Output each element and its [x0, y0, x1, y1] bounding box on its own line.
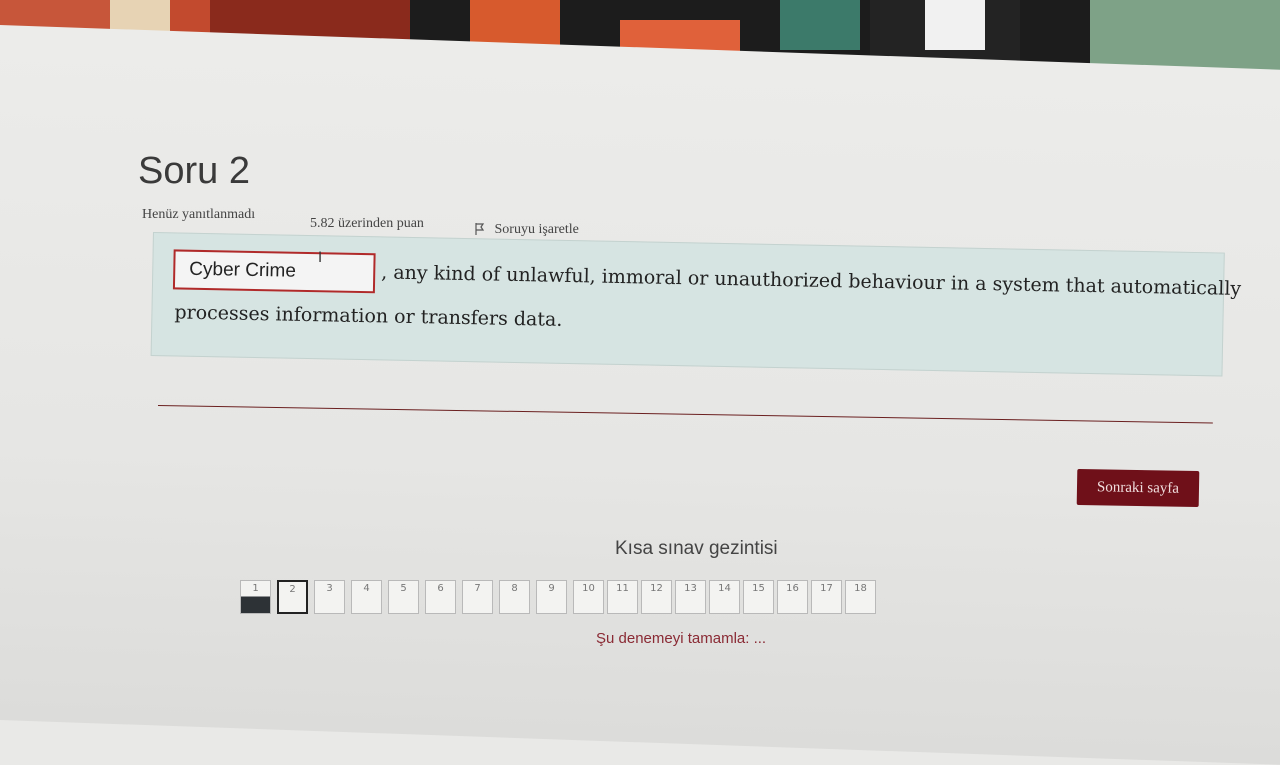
- nav-button-6[interactable]: 6: [425, 580, 456, 614]
- nav-button-7[interactable]: 7: [462, 580, 493, 614]
- nav-button-12[interactable]: 12: [641, 580, 672, 614]
- nav-button-15[interactable]: 15: [743, 580, 774, 614]
- question-box: , any kind of unlawful, immoral or unaut…: [150, 232, 1241, 377]
- flag-question-link[interactable]: Soruyu işaretle: [475, 222, 579, 238]
- nav-button-3[interactable]: 3: [314, 580, 345, 614]
- nav-button-4[interactable]: 4: [351, 580, 382, 614]
- question-text-line-1: , any kind of unlawful, immoral or unaut…: [381, 261, 1242, 300]
- question-text-line-2: processes information or transfers data.: [174, 301, 563, 331]
- question-status: Henüz yanıtlanmadı: [142, 207, 256, 222]
- next-page-button[interactable]: Sonraki sayfa: [1076, 468, 1200, 508]
- divider: [157, 405, 1213, 424]
- nav-button-10[interactable]: 10: [573, 580, 604, 614]
- flag-question-label: Soruyu işaretle: [494, 222, 579, 237]
- nav-button-8[interactable]: 8: [499, 580, 530, 614]
- nav-button-16[interactable]: 16: [777, 580, 808, 614]
- quiz-navigation-title: Kısa sınav gezintisi: [615, 538, 778, 559]
- nav-button-13[interactable]: 13: [675, 580, 706, 614]
- finish-attempt-link[interactable]: Şu denemeyi tamamla: ...: [596, 630, 766, 647]
- nav-button-18[interactable]: 18: [845, 580, 876, 614]
- nav-button-9[interactable]: 9: [536, 580, 567, 614]
- nav-button-5[interactable]: 5: [388, 580, 419, 614]
- nav-button-1[interactable]: 1: [240, 580, 271, 614]
- nav-button-17[interactable]: 17: [811, 580, 842, 614]
- nav-button-2[interactable]: 2: [277, 580, 308, 614]
- text-cursor-icon: I: [318, 250, 323, 266]
- question-points: 5.82 üzerinden puan: [310, 216, 424, 231]
- answer-input[interactable]: [172, 249, 376, 294]
- question-title: Soru 2: [138, 150, 250, 192]
- nav-button-11[interactable]: 11: [607, 580, 638, 614]
- nav-button-14[interactable]: 14: [709, 580, 740, 614]
- flag-icon: [475, 223, 485, 235]
- quiz-navigation: 1 2 3 4 5 6 7 8 9 10 11 12 13 14 15 16 1…: [240, 580, 880, 620]
